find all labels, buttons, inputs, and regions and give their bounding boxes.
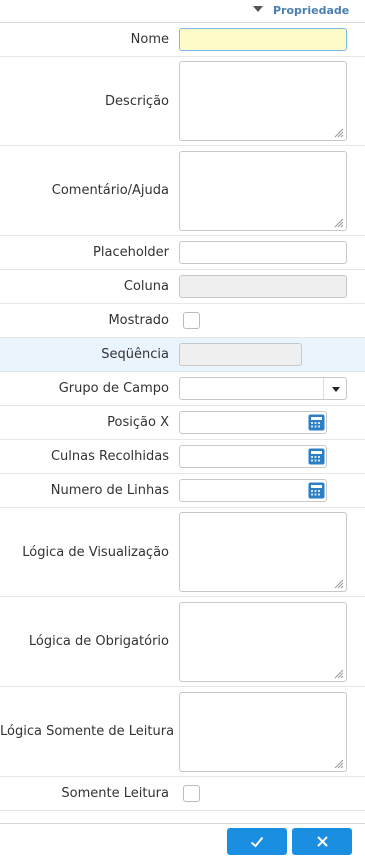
close-icon [316,836,328,847]
mostrado-checkbox[interactable] [183,312,200,329]
calculator-icon[interactable] [308,414,325,431]
resize-grip-icon[interactable] [334,128,344,138]
logica-visualizacao-textarea[interactable] [179,512,347,592]
placeholder-input[interactable] [179,241,347,264]
posicao-x-label: Posição X [107,415,169,430]
numero-linhas-label: Numero de Linhas [50,483,169,498]
row-logica-visualizacao: Lógica de Visualização [0,508,365,597]
logica-obrigatorio-textarea[interactable] [179,601,347,682]
row-coluna: Coluna [0,270,365,304]
dialog-footer [0,823,365,868]
row-logica-somente-leitura: Lógica Somente de Leitura [0,687,365,777]
mostrado-label: Mostrado [108,313,169,328]
logica-obrigatorio-label: Lógica de Obrigatório [28,634,169,649]
nome-input[interactable] [179,28,347,51]
grupo-campo-select[interactable] [179,377,347,400]
chevron-down-icon[interactable] [332,387,340,392]
row-nome: Nome [0,23,365,57]
calculator-icon[interactable] [308,482,325,499]
row-colunas-recolhidas: Culnas Recolhidas [0,440,365,474]
panel-title[interactable]: Propriedade [273,4,349,17]
colunas-recolhidas-label: Culnas Recolhidas [50,449,169,464]
row-sequencia: Seqüência [0,338,365,372]
sequencia-input [179,343,302,366]
resize-grip-icon[interactable] [334,218,344,228]
collapse-triangle-icon[interactable] [253,6,263,12]
somente-leitura-label: Somente Leitura [61,786,169,801]
check-icon [250,836,264,847]
somente-leitura-checkbox[interactable] [183,785,200,802]
ok-button[interactable] [227,828,287,855]
posicao-x-input[interactable] [179,411,327,434]
row-somente-leitura: Somente Leitura [0,777,365,811]
colunas-recolhidas-input[interactable] [179,445,327,468]
calculator-icon[interactable] [308,448,325,465]
row-comentario: Comentário/Ajuda [0,146,365,236]
logica-visualizacao-label: Lógica de Visualização [22,544,169,560]
logica-somente-leitura-label: Lógica Somente de Leitura [0,724,175,739]
row-logica-obrigatorio: Lógica de Obrigatório [0,597,365,687]
row-grupo-campo: Grupo de Campo [0,372,365,406]
comentario-textarea[interactable] [179,150,347,231]
resize-grip-icon[interactable] [334,759,344,769]
row-numero-linhas: Numero de Linhas [0,474,365,508]
row-placeholder: Placeholder [0,236,365,270]
coluna-label: Coluna [123,279,169,294]
numero-linhas-input[interactable] [179,479,327,502]
nome-label: Nome [130,32,169,47]
resize-grip-icon[interactable] [334,579,344,589]
row-mostrado: Mostrado [0,304,365,338]
descricao-label: Descrição [105,93,169,109]
coluna-input [179,275,347,298]
resize-grip-icon[interactable] [334,669,344,679]
logica-somente-leitura-textarea[interactable] [179,691,347,772]
row-posicao-x: Posição X [0,406,365,440]
descricao-textarea[interactable] [179,61,347,141]
grupo-campo-label: Grupo de Campo [58,381,169,396]
panel-header: Propriedade [0,0,365,23]
sequencia-label: Seqüência [101,347,169,362]
placeholder-label: Placeholder [93,245,169,260]
cancel-button[interactable] [292,828,352,855]
row-descricao: Descrição [0,57,365,146]
comentario-label: Comentário/Ajuda [51,183,169,198]
